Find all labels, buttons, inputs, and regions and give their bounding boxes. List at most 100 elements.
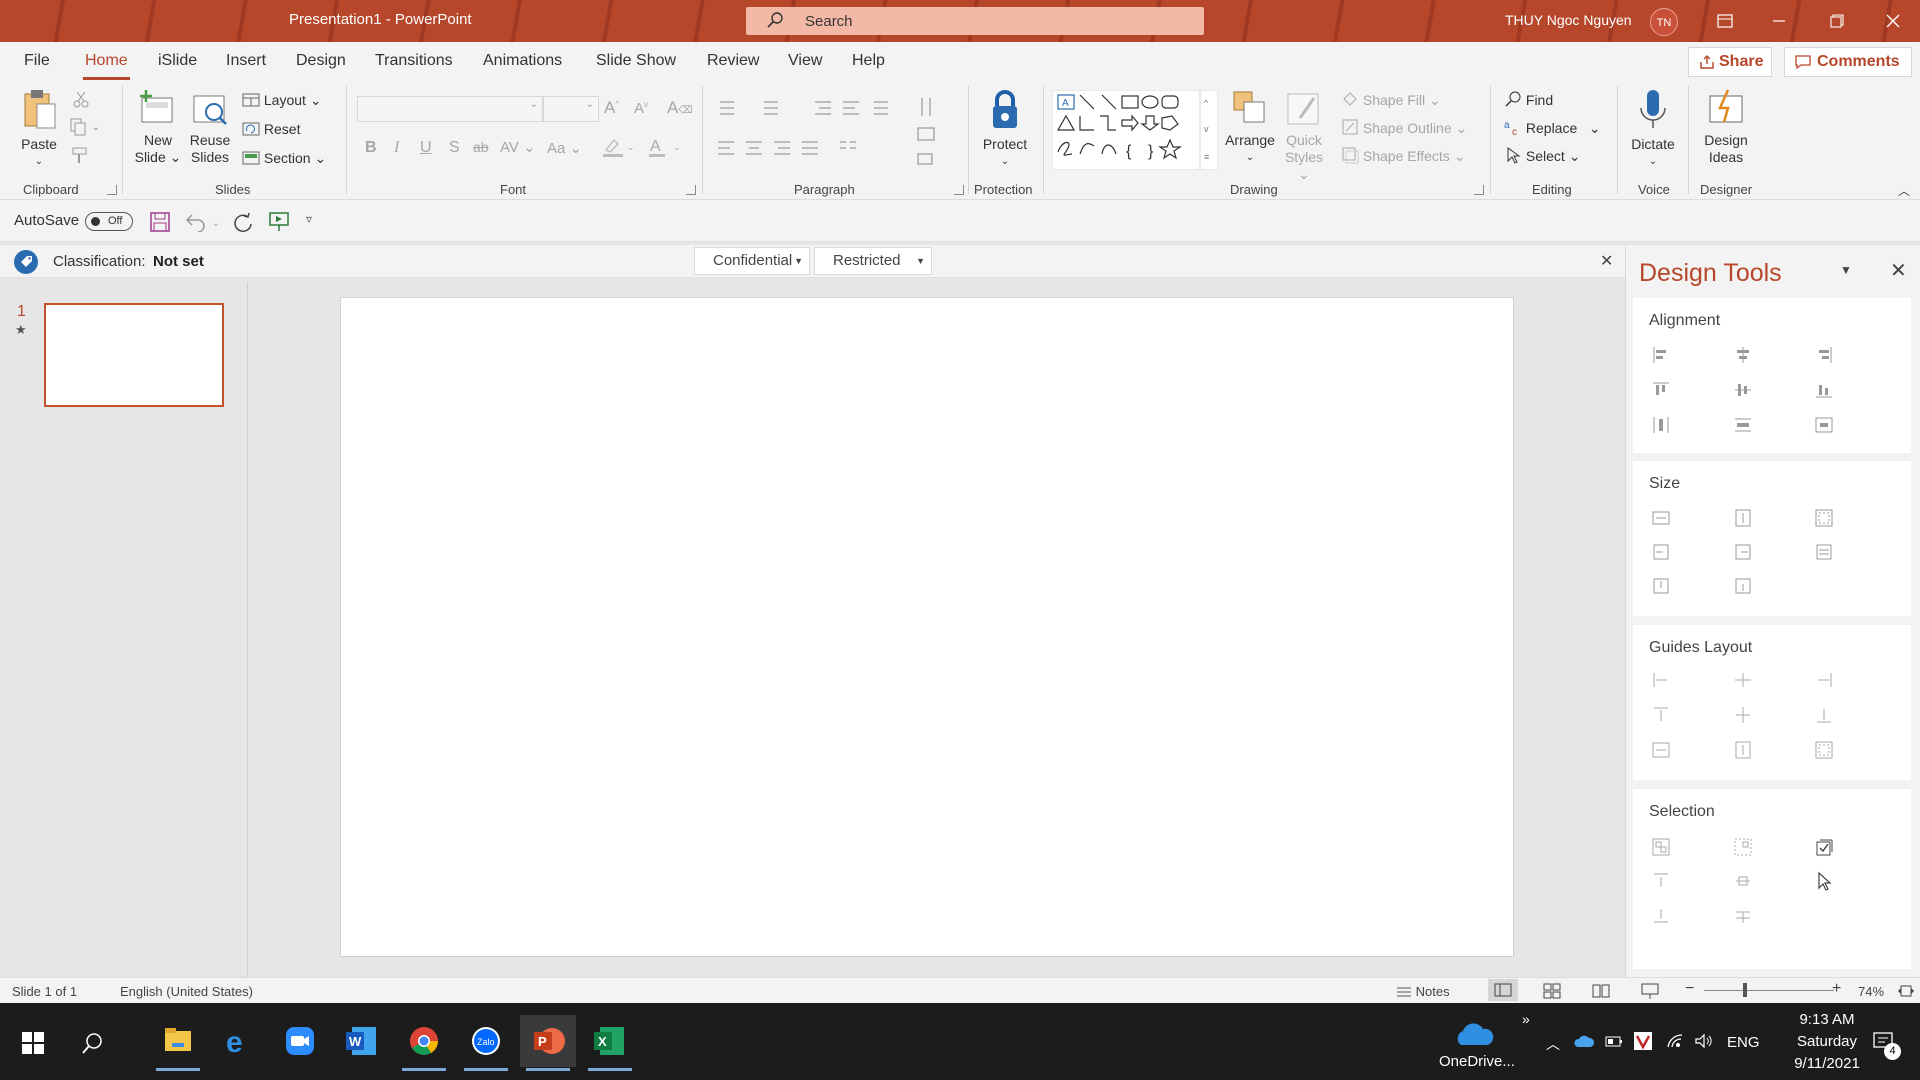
guide-top-icon[interactable] [1651, 705, 1671, 725]
language-status[interactable]: English (United States) [120, 984, 253, 999]
reading-view-icon[interactable] [1592, 983, 1610, 999]
slide-thumbnail[interactable] [44, 303, 224, 407]
guide-fit-icon[interactable] [1814, 740, 1834, 760]
onedrive-label[interactable]: OneDrive... [1439, 1053, 1515, 1070]
tab-help[interactable]: Help [852, 52, 885, 70]
underline-icon[interactable]: U [420, 139, 432, 157]
tab-file[interactable]: File [24, 52, 50, 70]
font-size-input[interactable]: ⌄ [543, 96, 599, 122]
shadow-icon[interactable]: S [449, 139, 460, 157]
slide[interactable] [340, 297, 1514, 957]
tab-home[interactable]: Home [83, 52, 130, 80]
font-launcher-icon[interactable] [686, 185, 696, 195]
paragraph-launcher-icon[interactable] [954, 185, 964, 195]
restricted-dropdown[interactable]: Restricted ▼ [814, 247, 932, 275]
shape-fill-button[interactable]: Shape Fill ⌄ [1341, 90, 1441, 109]
extend-left-icon[interactable] [1651, 542, 1671, 562]
new-slide-button[interactable]: New Slide ⌄ [132, 88, 184, 166]
bold-icon[interactable]: B [365, 139, 377, 157]
normal-view-icon[interactable] [1488, 979, 1518, 1001]
onedrive-tray-icon[interactable] [1574, 1033, 1594, 1049]
restore-icon[interactable] [1814, 0, 1860, 42]
show-hidden-icons-icon[interactable]: ︿ [1546, 1034, 1560, 1054]
character-spacing-icon[interactable]: AV ⌄ [500, 138, 536, 156]
distribute-horizontal-icon[interactable] [1651, 415, 1671, 435]
tab-view[interactable]: View [788, 52, 822, 70]
zoom-in-icon[interactable]: + [1832, 980, 1841, 998]
highlight-color-icon[interactable]: ⌄ [602, 136, 636, 161]
chevron-right-icon[interactable]: » [1522, 1011, 1530, 1027]
select-button[interactable]: Select ⌄ [1504, 146, 1580, 165]
change-case-icon[interactable]: Aa ⌄ [547, 139, 582, 157]
fit-width-icon[interactable] [1814, 542, 1834, 562]
guide-left-icon[interactable] [1651, 670, 1671, 690]
tab-insert[interactable]: Insert [226, 52, 266, 70]
tab-review[interactable]: Review [707, 52, 759, 70]
align-middle-icon[interactable] [1733, 380, 1753, 400]
increase-font-icon[interactable]: A^ [604, 98, 619, 118]
replace-button[interactable]: ac Replace ⌄ [1504, 118, 1601, 138]
reset-button[interactable]: Reset [242, 121, 300, 137]
strikethrough-icon[interactable]: ab [473, 139, 489, 155]
customize-qat-icon[interactable]: ▿ [306, 212, 312, 226]
language-indicator[interactable]: ENG [1727, 1034, 1760, 1051]
italic-icon[interactable]: I [394, 139, 399, 157]
powerpoint-app[interactable]: P [520, 1015, 576, 1071]
clear-formatting-icon[interactable]: A⌫ [667, 98, 692, 118]
format-painter-icon[interactable] [70, 146, 90, 166]
collapse-ribbon-icon[interactable]: ︿ [1898, 182, 1910, 199]
guide-center-horizontal-icon[interactable] [1733, 670, 1753, 690]
file-explorer-app[interactable] [150, 1015, 206, 1071]
excel-app[interactable]: X [582, 1015, 638, 1071]
select-pointer-icon[interactable] [1814, 871, 1834, 891]
tab-design[interactable]: Design [296, 52, 346, 70]
guide-width-icon[interactable] [1651, 740, 1671, 760]
avatar[interactable]: TN [1650, 8, 1678, 36]
slide-sorter-icon[interactable] [1543, 983, 1561, 999]
battery-icon[interactable] [1604, 1033, 1624, 1049]
wifi-icon[interactable] [1666, 1033, 1686, 1049]
select-same-type-icon[interactable] [1651, 837, 1671, 857]
same-width-icon[interactable] [1651, 508, 1671, 528]
tab-transitions[interactable]: Transitions [375, 52, 453, 70]
edge-app[interactable]: e [212, 1015, 268, 1067]
clock-day[interactable]: Saturday [1785, 1033, 1869, 1050]
layout-button[interactable]: Layout ⌄ [242, 92, 322, 109]
find-button[interactable]: Find [1504, 90, 1553, 108]
minimize-icon[interactable] [1756, 0, 1802, 42]
fit-slide-icon[interactable] [1897, 982, 1915, 1000]
pane-options-icon[interactable]: ▼ [1840, 263, 1852, 277]
select-rows-icon[interactable] [1733, 905, 1753, 925]
align-center-icon[interactable] [1733, 345, 1753, 365]
extend-bottom-icon[interactable] [1733, 576, 1753, 596]
close-pane-icon[interactable]: ✕ [1890, 258, 1907, 283]
align-left-icon[interactable] [1651, 345, 1671, 365]
clock-time[interactable]: 9:13 AM [1785, 1011, 1869, 1028]
confidential-dropdown[interactable]: Confidential ▼ [694, 247, 810, 275]
tab-islide[interactable]: iSlide [158, 52, 197, 70]
zoom-level[interactable]: 74% [1858, 984, 1884, 999]
windows-start-icon[interactable] [22, 1032, 44, 1054]
volume-icon[interactable] [1694, 1033, 1714, 1049]
font-family-input[interactable]: ⌄ [357, 96, 543, 122]
close-classification-icon[interactable]: ✕ [1600, 251, 1613, 271]
user-name[interactable]: THUY Ngoc Nguyen [1505, 12, 1632, 28]
notes-button[interactable]: Notes [1396, 984, 1450, 999]
start-slideshow-icon[interactable] [268, 211, 290, 233]
share-button[interactable]: Share [1688, 47, 1772, 77]
tab-animations[interactable]: Animations [483, 52, 562, 70]
protect-button[interactable]: Protect ⌄ [975, 88, 1035, 170]
decrease-font-icon[interactable]: Av [634, 100, 648, 117]
word-app[interactable]: W [334, 1015, 390, 1067]
undo-icon[interactable]: ⌄ [184, 212, 224, 232]
zalo-app[interactable]: Zalo [458, 1015, 514, 1071]
select-below-icon[interactable] [1651, 905, 1671, 925]
copy-icon[interactable]: ⌄ [70, 118, 100, 136]
onedrive-icon[interactable] [1453, 1021, 1495, 1049]
clipboard-launcher-icon[interactable] [107, 185, 117, 195]
zoom-app[interactable] [272, 1015, 328, 1067]
slideshow-view-icon[interactable] [1641, 982, 1659, 1000]
same-height-icon[interactable] [1733, 508, 1753, 528]
extend-right-icon[interactable] [1733, 542, 1753, 562]
guide-center-vertical-icon[interactable] [1733, 705, 1753, 725]
